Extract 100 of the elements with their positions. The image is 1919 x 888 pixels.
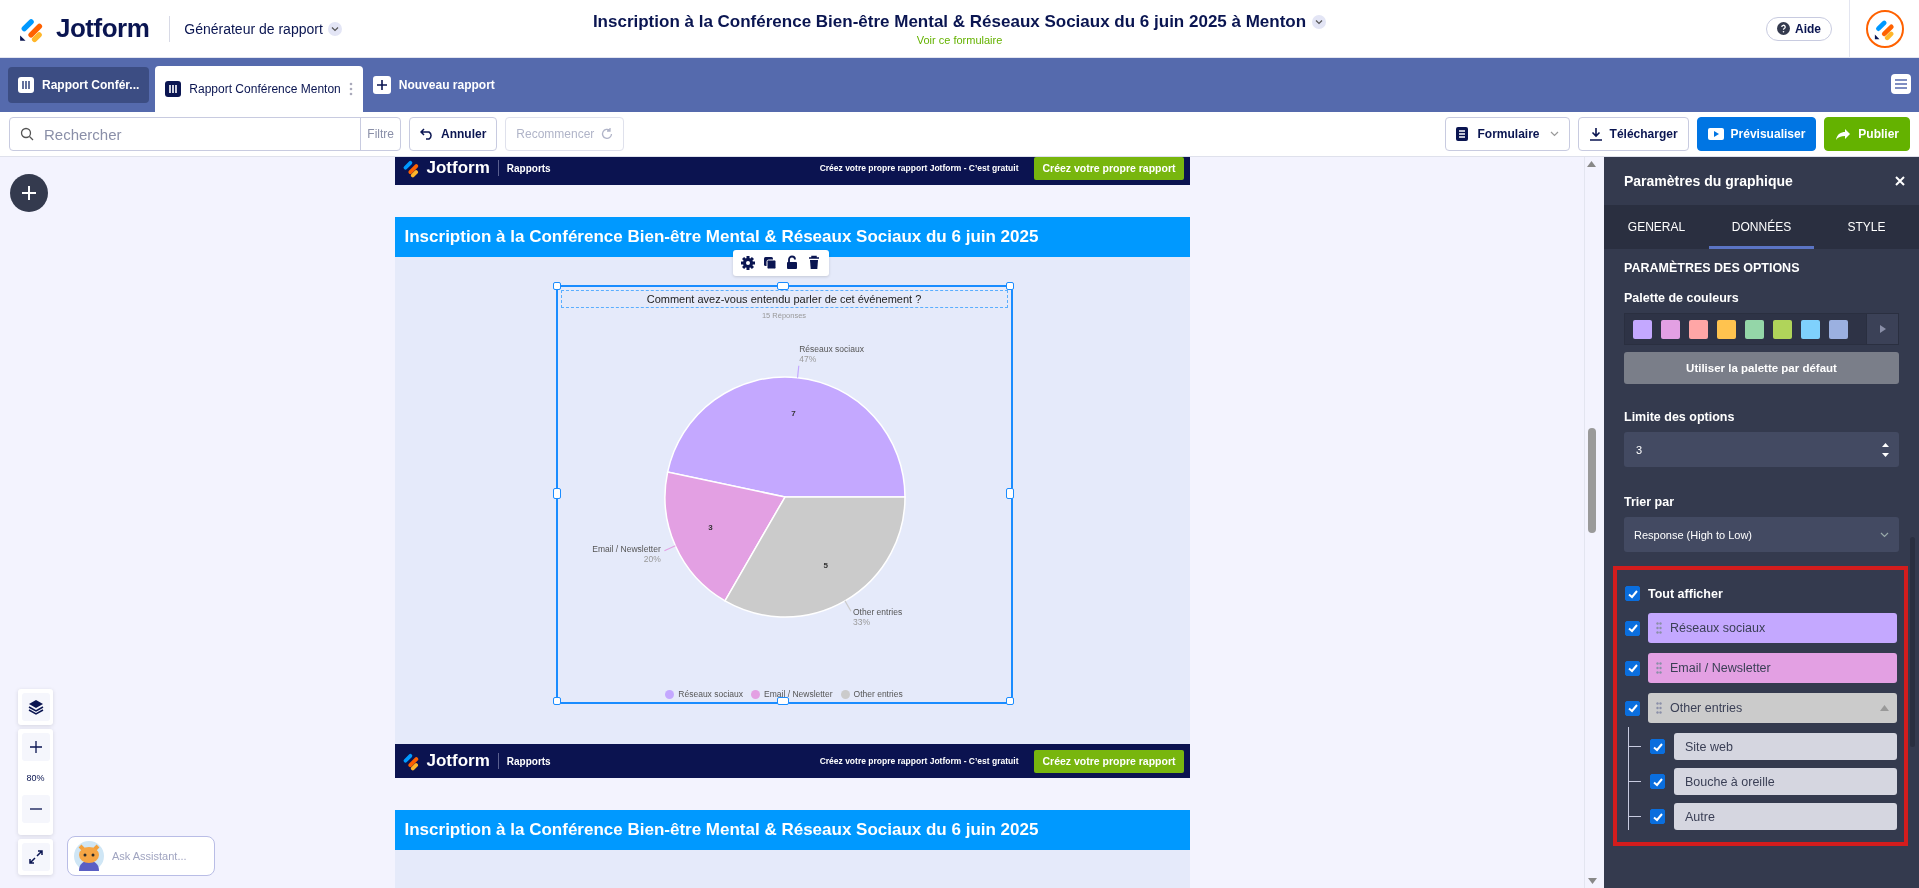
- banner-promo: Créez votre propre rapport Jotform - C’est gratuit: [819, 756, 1019, 766]
- sub-option-item[interactable]: Site web: [1674, 733, 1897, 760]
- panel-tab[interactable]: GENERAL: [1604, 206, 1709, 249]
- add-button[interactable]: [10, 174, 48, 212]
- color-swatch[interactable]: [1801, 319, 1820, 339]
- checkbox[interactable]: [1625, 660, 1640, 676]
- sort-select[interactable]: Response (High to Low): [1624, 517, 1899, 552]
- resize-handle[interactable]: [1005, 282, 1014, 290]
- report-tab[interactable]: Rapport Confér...: [8, 67, 150, 103]
- spinner-icon[interactable]: [1882, 441, 1889, 458]
- checkbox[interactable]: [1650, 809, 1665, 824]
- plus-icon: [375, 79, 388, 91]
- layers-icon: [27, 699, 44, 715]
- next-button[interactable]: [1866, 314, 1898, 344]
- chevron-down-icon[interactable]: [1315, 18, 1324, 25]
- leader-line: [663, 545, 676, 552]
- show-all-label: Tout afficher: [1648, 586, 1723, 601]
- cat-avatar-icon: [74, 841, 104, 871]
- resize-handle[interactable]: [777, 282, 789, 290]
- app-menu[interactable]: Générateur de rapport: [184, 20, 342, 37]
- chart-title[interactable]: Comment avez-vous entendu parler de cet événement ?: [560, 290, 1008, 308]
- leader-line: [796, 365, 799, 379]
- close-icon[interactable]: [1895, 176, 1905, 186]
- option-label: Other entries: [1670, 701, 1743, 715]
- slice-value: 5: [823, 560, 828, 570]
- color-swatch[interactable]: [1829, 319, 1848, 339]
- legend-label: Réseaux sociaux: [678, 689, 744, 699]
- chevron-down-icon: [330, 25, 339, 32]
- fullscreen-button[interactable]: [21, 843, 50, 871]
- scroll-thumb[interactable]: [1588, 428, 1596, 533]
- number-field[interactable]: 3: [1624, 432, 1899, 467]
- color-swatch[interactable]: [1773, 319, 1792, 339]
- new-report-tab[interactable]: Nouveau rapport: [368, 67, 499, 103]
- banner-section: Rapports: [506, 755, 551, 767]
- sub-option-item[interactable]: Autre: [1674, 803, 1897, 830]
- plus-icon: [20, 184, 38, 202]
- report-tab[interactable]: Rapport Conférence Menton: [155, 66, 363, 112]
- drag-handle-icon[interactable]: [1656, 702, 1662, 714]
- undo-button[interactable]: Annuler: [409, 117, 498, 151]
- scroll-down-icon[interactable]: [1586, 876, 1599, 886]
- option-item[interactable]: Réseaux sociaux: [1648, 613, 1897, 643]
- checkbox[interactable]: [1650, 739, 1665, 754]
- slice-value: 7: [790, 408, 796, 418]
- zoom-out-button[interactable]: [21, 795, 50, 823]
- resize-handle[interactable]: [1005, 487, 1014, 499]
- drag-handle-icon[interactable]: [1656, 662, 1662, 674]
- option-item[interactable]: Email / Newsletter: [1648, 653, 1897, 683]
- checkbox[interactable]: [1625, 586, 1640, 601]
- banner-brand: Jotform: [426, 751, 490, 771]
- option-item[interactable]: Other entries: [1648, 693, 1897, 723]
- resize-handle[interactable]: [777, 697, 789, 705]
- drag-handle-icon[interactable]: [1656, 622, 1662, 634]
- slice-percent: 47%: [798, 353, 816, 364]
- sub-option-item[interactable]: Bouche à oreille: [1674, 768, 1897, 795]
- field-label: Trier par: [1624, 495, 1676, 509]
- play-icon: [1707, 128, 1724, 140]
- slice-label: Email / Newsletter: [591, 544, 661, 555]
- panel-tab[interactable]: STYLE: [1814, 206, 1919, 249]
- color-swatch[interactable]: [1689, 319, 1708, 339]
- field-label: Palette de couleurs: [1624, 291, 1740, 305]
- resize-handle[interactable]: [1005, 697, 1014, 705]
- resize-handle[interactable]: [552, 282, 561, 290]
- settings-icon[interactable]: [738, 254, 757, 272]
- option-label: Réseaux sociaux: [1670, 621, 1766, 635]
- scrollbar[interactable]: [1584, 157, 1600, 888]
- download-icon: [1588, 127, 1603, 141]
- resize-handle[interactable]: [552, 487, 561, 499]
- panel-tab[interactable]: DONNÉES: [1709, 206, 1814, 249]
- color-swatch[interactable]: [1745, 319, 1764, 339]
- resize-handle[interactable]: [552, 697, 561, 705]
- color-swatch[interactable]: [1633, 319, 1652, 339]
- slice-percent: 20%: [643, 554, 661, 565]
- avatar[interactable]: [1866, 9, 1904, 48]
- default-palette-button[interactable]: Utiliser la palette par défaut: [1624, 352, 1899, 384]
- number-input[interactable]: 3: [1634, 442, 1882, 457]
- menu-icon[interactable]: [1891, 74, 1911, 94]
- download-button[interactable]: Télécharger: [1577, 117, 1689, 151]
- question-icon: [1777, 22, 1790, 35]
- zoom-in-button[interactable]: [21, 733, 50, 761]
- zoom-level: 80%: [26, 773, 45, 783]
- layers-button[interactable]: [21, 693, 50, 721]
- share-arrow-icon: [1835, 127, 1852, 141]
- plus-icon: [29, 741, 42, 753]
- select-button[interactable]: Formulaire: [1444, 117, 1570, 151]
- page-title: Inscription à la Conférence Bien-être Mental & Réseaux Sociaux du 6 juin 2025: [394, 810, 1190, 850]
- checkbox[interactable]: [1625, 620, 1640, 636]
- slice-label: Réseaux sociaux: [798, 343, 864, 354]
- panel-title: Paramètres du graphique: [1624, 173, 1793, 189]
- preview-button[interactable]: Prévisualiser: [1696, 117, 1817, 151]
- expand-icon: [28, 850, 43, 864]
- slice-label: Other entries: [852, 606, 902, 617]
- checkbox[interactable]: [1650, 774, 1665, 789]
- scroll-up-icon[interactable]: [1585, 159, 1598, 169]
- checkbox[interactable]: [1625, 700, 1640, 716]
- color-swatch[interactable]: [1661, 319, 1680, 339]
- banner-brand: Jotform: [426, 158, 490, 178]
- page-title: Inscription à la Conférence Bien-être Mental & Réseaux Sociaux du 6 juin 2025: [394, 217, 1190, 257]
- color-swatch[interactable]: [1717, 319, 1736, 339]
- bar-chart-icon: [168, 84, 179, 94]
- leader-line: [843, 600, 852, 612]
